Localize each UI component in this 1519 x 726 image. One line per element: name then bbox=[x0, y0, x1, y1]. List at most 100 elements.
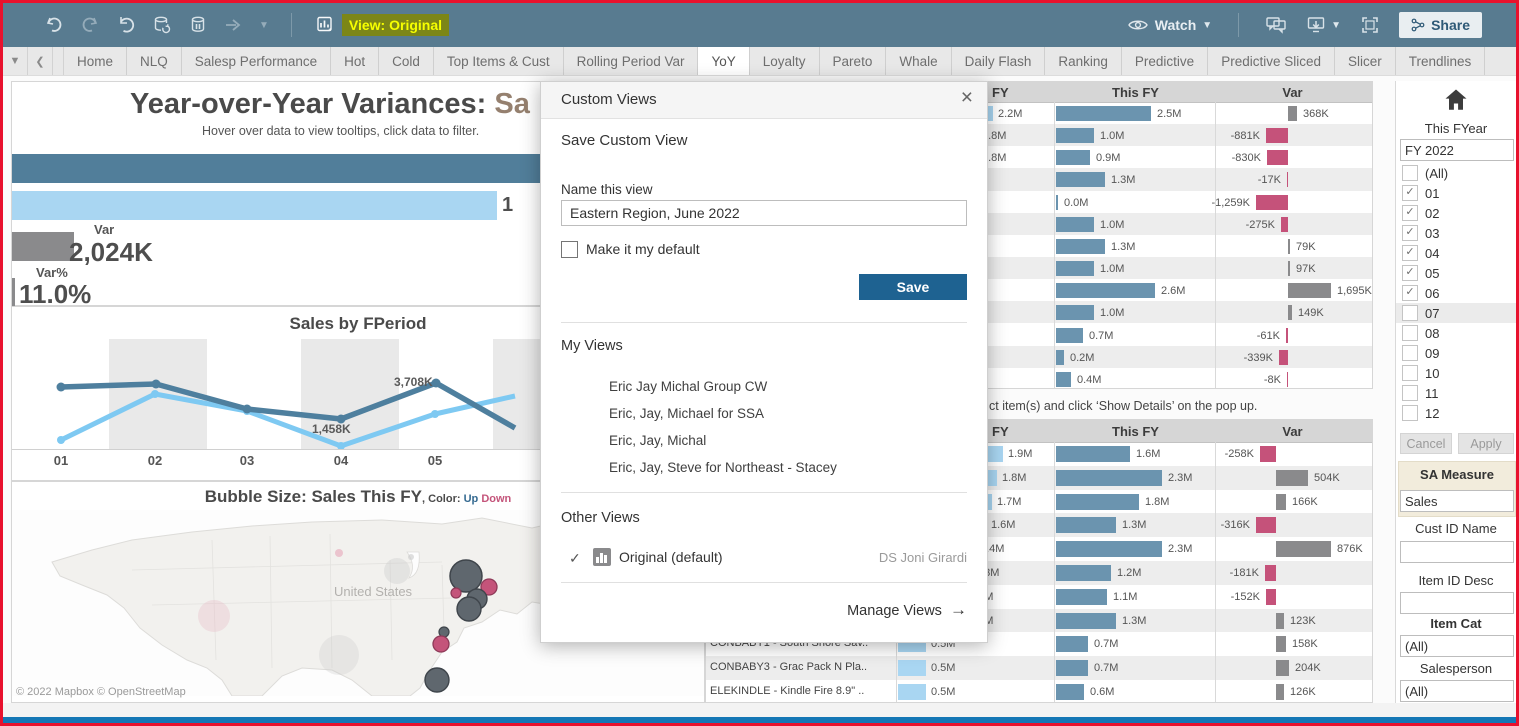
var-up-bar[interactable] bbox=[1288, 283, 1331, 298]
this-fy-bar[interactable] bbox=[1056, 636, 1088, 652]
tab-salesp-performance[interactable]: Salesp Performance bbox=[182, 47, 331, 75]
this-fy-bar[interactable] bbox=[1056, 328, 1083, 343]
tab-ranking[interactable]: Ranking bbox=[1045, 47, 1122, 75]
pause-updates-icon[interactable] bbox=[187, 14, 209, 36]
checkbox-icon[interactable] bbox=[1402, 305, 1418, 321]
this-fy-bar[interactable] bbox=[1056, 239, 1105, 254]
month-filter-03[interactable]: ✓03 bbox=[1396, 223, 1516, 243]
month-filter-10[interactable]: 10 bbox=[1396, 363, 1516, 383]
this-fy-bar[interactable] bbox=[1056, 106, 1151, 121]
share-button[interactable]: Share bbox=[1399, 12, 1482, 38]
this-fy-bar[interactable] bbox=[1056, 470, 1162, 486]
this-fy-bar[interactable] bbox=[1056, 494, 1139, 510]
month-filter-05[interactable]: ✓05 bbox=[1396, 263, 1516, 283]
tab-loyalty[interactable]: Loyalty bbox=[750, 47, 820, 75]
checkbox-icon[interactable]: ✓ bbox=[1402, 285, 1418, 301]
this-fy-bar[interactable] bbox=[1056, 283, 1155, 298]
this-fy-bar[interactable] bbox=[1056, 660, 1088, 676]
month-filter-All[interactable]: (All) bbox=[1396, 163, 1516, 183]
checkbox-icon[interactable]: ✓ bbox=[1402, 245, 1418, 261]
month-filter-11[interactable]: 11 bbox=[1396, 383, 1516, 403]
var-down-bar[interactable] bbox=[1256, 517, 1276, 533]
this-fy-bar[interactable] bbox=[1056, 613, 1116, 629]
my-view-item[interactable]: Eric, Jay, Michal bbox=[609, 433, 706, 448]
var-up-bar[interactable] bbox=[1288, 261, 1290, 276]
tab-pareto[interactable]: Pareto bbox=[820, 47, 887, 75]
month-filter-07[interactable]: 07 bbox=[1396, 303, 1516, 323]
var-down-bar[interactable] bbox=[1265, 565, 1276, 581]
home-icon[interactable] bbox=[1442, 86, 1470, 114]
var-up-bar[interactable] bbox=[1276, 684, 1284, 700]
tab-scroll-left-icon[interactable]: ❮ bbox=[28, 47, 53, 75]
var-up-bar[interactable] bbox=[1276, 660, 1289, 676]
var-down-bar[interactable] bbox=[1286, 328, 1288, 343]
original-view-item[interactable]: Original (default) bbox=[619, 549, 723, 565]
var-up-bar[interactable] bbox=[1276, 613, 1284, 629]
x-tick-01[interactable]: 01 bbox=[41, 453, 81, 468]
this-fy-bar[interactable] bbox=[1056, 446, 1130, 462]
var-down-bar[interactable] bbox=[1260, 446, 1276, 462]
var-down-bar[interactable] bbox=[1266, 589, 1276, 605]
var-up-bar[interactable] bbox=[1276, 470, 1308, 486]
this-fy-bar[interactable] bbox=[1056, 565, 1111, 581]
tab-trendlines[interactable]: Trendlines bbox=[1396, 47, 1486, 75]
cust-id-input[interactable] bbox=[1400, 541, 1514, 563]
checkbox-icon[interactable]: ✓ bbox=[1402, 205, 1418, 221]
var-pct-bar[interactable] bbox=[12, 278, 15, 306]
var-down-bar[interactable] bbox=[1267, 150, 1288, 165]
checkbox-icon[interactable] bbox=[1402, 385, 1418, 401]
col-var[interactable]: Var bbox=[1215, 424, 1370, 439]
tab-yoy[interactable]: YoY bbox=[698, 47, 749, 75]
var-up-bar[interactable] bbox=[1276, 541, 1331, 557]
view-name-input[interactable] bbox=[561, 200, 967, 226]
var-down-bar[interactable] bbox=[1281, 217, 1288, 232]
my-view-item[interactable]: Eric, Jay, Michael for SSA bbox=[609, 406, 764, 421]
item-cat-dropdown[interactable]: (All) bbox=[1400, 635, 1514, 657]
month-filter-01[interactable]: ✓01 bbox=[1396, 183, 1516, 203]
var-up-bar[interactable] bbox=[1288, 106, 1297, 121]
var-down-bar[interactable] bbox=[1256, 195, 1288, 210]
tab-predictive-sliced[interactable]: Predictive Sliced bbox=[1208, 47, 1335, 75]
make-default-checkbox[interactable] bbox=[561, 241, 578, 258]
this-fy-bar[interactable] bbox=[1056, 128, 1094, 143]
table-row[interactable]: CONBABY3 - Grac Pack N Pla..0.5M0.7M204K bbox=[706, 656, 1372, 680]
manage-views-link[interactable]: Manage Views → bbox=[847, 600, 967, 620]
checkbox-icon[interactable] bbox=[1402, 325, 1418, 341]
this-fy-bar[interactable] bbox=[1056, 350, 1064, 365]
tab-whale[interactable]: Whale bbox=[886, 47, 951, 75]
flow-arrow-caret-icon[interactable]: ▼ bbox=[259, 20, 269, 31]
var-down-bar[interactable] bbox=[1266, 128, 1288, 143]
tab-home[interactable]: Home bbox=[64, 47, 127, 75]
item-id-input[interactable] bbox=[1400, 592, 1514, 614]
sa-measure-dropdown[interactable]: Sales bbox=[1400, 490, 1514, 512]
x-tick-03[interactable]: 03 bbox=[227, 453, 267, 468]
x-tick-04[interactable]: 04 bbox=[321, 453, 361, 468]
last-fy-total-bar[interactable] bbox=[12, 191, 497, 220]
var-down-bar[interactable] bbox=[1279, 350, 1288, 365]
this-fy-bar[interactable] bbox=[1056, 261, 1094, 276]
close-icon[interactable]: × bbox=[961, 86, 973, 110]
redo-icon[interactable] bbox=[79, 14, 101, 36]
fullscreen-icon[interactable] bbox=[1359, 14, 1381, 36]
var-up-bar[interactable] bbox=[1288, 239, 1290, 254]
this-fy-bar[interactable] bbox=[1056, 541, 1162, 557]
checkbox-icon[interactable] bbox=[1402, 345, 1418, 361]
this-fy-bar[interactable] bbox=[1056, 305, 1094, 320]
this-fy-bar[interactable] bbox=[1056, 195, 1058, 210]
month-filter-06[interactable]: ✓06 bbox=[1396, 283, 1516, 303]
my-view-item[interactable]: Eric Jay Michal Group CW bbox=[609, 379, 767, 394]
checkbox-icon[interactable]: ✓ bbox=[1402, 225, 1418, 241]
cancel-button[interactable]: Cancel bbox=[1400, 433, 1452, 454]
custom-view-icon[interactable]: * bbox=[314, 14, 336, 36]
this-fy-bar[interactable] bbox=[1056, 372, 1071, 387]
undo-icon[interactable] bbox=[43, 14, 65, 36]
revert-icon[interactable] bbox=[115, 14, 137, 36]
download-caret-icon[interactable]: ▼ bbox=[1331, 20, 1341, 31]
salesperson-dropdown[interactable]: (All) bbox=[1400, 680, 1514, 702]
view-original-label[interactable]: View: Original bbox=[342, 14, 449, 36]
checkbox-icon[interactable] bbox=[1402, 165, 1418, 181]
tab-cold[interactable]: Cold bbox=[379, 47, 434, 75]
var-up-bar[interactable] bbox=[1288, 305, 1292, 320]
this-fy-bar[interactable] bbox=[1056, 684, 1084, 700]
var-up-bar[interactable] bbox=[1276, 636, 1286, 652]
